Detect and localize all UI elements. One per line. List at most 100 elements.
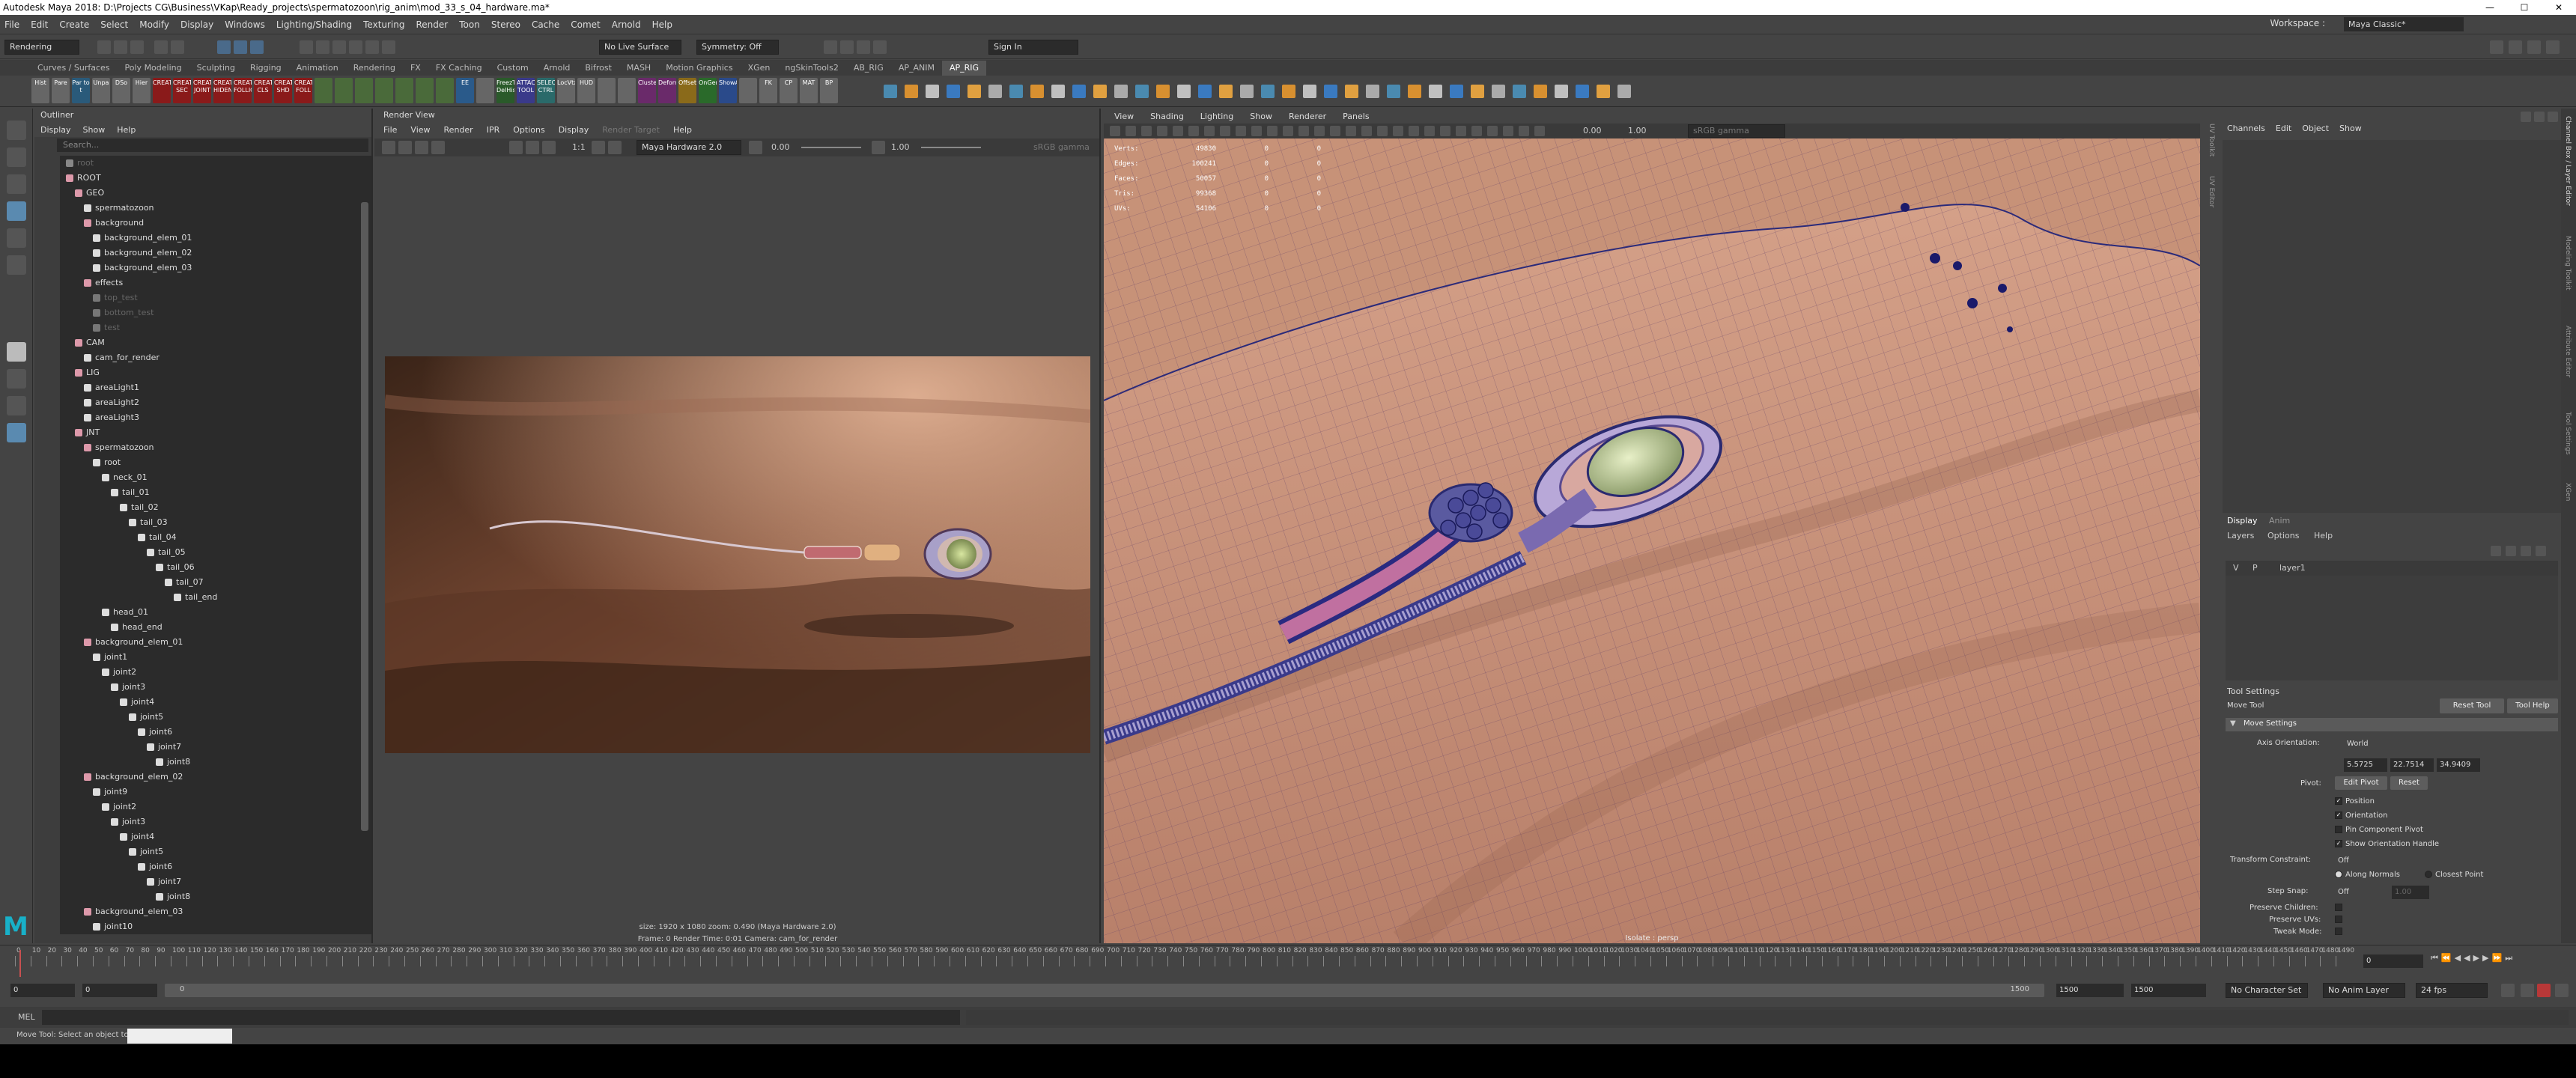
rv-menu-ipr[interactable]: IPR [487, 125, 500, 135]
shelf-button[interactable]: CREAT JOINT [193, 78, 211, 103]
shelf-button[interactable] [375, 78, 393, 103]
shelf-tab[interactable]: AB_RIG [846, 61, 891, 76]
shelf-button[interactable]: CREAT SEC [173, 78, 191, 103]
workspace-dropdown[interactable]: Maya Classic* [2344, 17, 2464, 31]
shelf-button[interactable] [416, 78, 434, 103]
rv-menu-file[interactable]: File [383, 125, 397, 135]
ipr-icon[interactable] [398, 141, 412, 154]
shelf-tool-icon[interactable] [1387, 85, 1400, 98]
save-scene-icon[interactable] [130, 40, 144, 54]
shelf-tool-icon[interactable] [1240, 85, 1254, 98]
snap-plane-icon[interactable] [349, 40, 362, 54]
rv-exposure-value[interactable]: 0.00 [771, 142, 790, 152]
outliner-item[interactable]: joint2 [60, 800, 371, 814]
tool-option-checkbox[interactable]: ✓ Position [2335, 797, 2375, 806]
outliner-item[interactable]: tail_06 [60, 560, 371, 575]
tab-attribute-editor[interactable]: Attribute Editor [2564, 326, 2572, 377]
undo-icon[interactable] [154, 40, 168, 54]
outliner-menu-display[interactable]: Display [40, 125, 71, 135]
layer-visibility[interactable]: V [2233, 563, 2239, 573]
outliner-item[interactable]: root [60, 156, 371, 171]
animation-preferences-icon[interactable] [2555, 984, 2569, 997]
viewport-toolbar-icon[interactable] [1471, 126, 1482, 136]
shelf-tool-icon[interactable] [1429, 85, 1442, 98]
shelf-tool-icon[interactable] [1093, 85, 1107, 98]
preserve-children-checkbox[interactable] [2335, 904, 2345, 912]
live-surface-dropdown[interactable]: No Live Surface [599, 40, 681, 55]
symmetry-dropdown[interactable]: Symmetry: Off [696, 40, 779, 55]
step-back-frame-icon[interactable]: ◀ [2455, 953, 2461, 963]
maximize-button[interactable]: ☐ [2507, 0, 2542, 15]
shelf-tab[interactable]: FX Caching [428, 61, 490, 76]
outliner-item[interactable]: background_elem_02 [60, 770, 371, 785]
shelf-tool-icon[interactable] [1051, 85, 1065, 98]
outliner-item[interactable]: joint6 [60, 859, 371, 874]
shelf-tool-icon[interactable] [905, 85, 918, 98]
menu-edit[interactable]: Edit [31, 19, 48, 30]
shelf-button[interactable] [618, 78, 636, 103]
viewport-toolbar-icon[interactable] [1173, 126, 1183, 136]
rv-gamma-value[interactable]: 1.00 [891, 142, 910, 152]
region-render-icon[interactable] [431, 141, 445, 154]
outliner-item[interactable]: background_elem_01 [60, 635, 371, 650]
close-button[interactable]: ✕ [2542, 0, 2576, 15]
shelf-button[interactable]: Cluster [638, 78, 656, 103]
step-snap-dropdown[interactable]: Off [2335, 886, 2387, 899]
cb-icon-1[interactable] [2521, 112, 2531, 122]
shelf-tool-icon[interactable] [1261, 85, 1275, 98]
shelf-button[interactable]: CREAT [153, 78, 171, 103]
outliner-item[interactable]: test [60, 320, 371, 335]
shelf-button[interactable] [395, 78, 413, 103]
outliner-menu-show[interactable]: Show [83, 125, 106, 135]
outliner-item[interactable]: head_01 [60, 605, 371, 620]
minimized-windows-strip[interactable] [127, 1029, 232, 1044]
vp-menu-lighting[interactable]: Lighting [1200, 112, 1233, 121]
perspective-viewport[interactable]: View Shading Lighting Show Renderer Pane… [1104, 109, 2200, 943]
shelf-tool-icon[interactable] [1135, 85, 1149, 98]
viewport-toolbar-icon[interactable] [1188, 126, 1199, 136]
uv-toolkit-tab[interactable]: UV Toolkit [2208, 124, 2215, 156]
go-to-end-icon[interactable]: ⏭ [2505, 953, 2512, 963]
axis-y-field[interactable]: 22.7514 [2390, 758, 2434, 772]
vp-gamma-value[interactable]: 1.00 [1628, 126, 1647, 135]
viewport-toolbar-icon[interactable] [1456, 126, 1466, 136]
menu-stereo[interactable]: Stereo [491, 19, 520, 30]
mel-label[interactable]: MEL [18, 1012, 35, 1022]
outliner-item[interactable]: joint3 [60, 680, 371, 695]
menu-lighting-shading[interactable]: Lighting/Shading [276, 19, 352, 30]
outliner-item[interactable]: areaLight2 [60, 395, 371, 410]
viewport-toolbar-icon[interactable] [1503, 126, 1513, 136]
outliner-item[interactable]: neck_01 [60, 470, 371, 485]
shelf-tab[interactable]: FX [403, 61, 428, 76]
shelf-button[interactable]: Hier [133, 78, 151, 103]
shelf-button[interactable] [436, 78, 454, 103]
outliner-item[interactable]: areaLight1 [60, 380, 371, 395]
shelf-tab[interactable]: MASH [619, 61, 658, 76]
outliner-item[interactable]: LIG [60, 365, 371, 380]
refresh-icon[interactable] [415, 141, 428, 154]
new-scene-icon[interactable] [97, 40, 111, 54]
viewport-toolbar-icon[interactable] [1314, 126, 1325, 136]
vp-color-space-dropdown[interactable]: sRGB gamma [1688, 124, 1785, 138]
outliner-item[interactable]: JNT [60, 425, 371, 440]
viewport-toolbar-icon[interactable] [1141, 126, 1152, 136]
outliner-item[interactable]: joint8 [60, 755, 371, 770]
viewport-toolbar-icon[interactable] [1361, 126, 1372, 136]
shelf-button[interactable]: Par to t [72, 78, 90, 103]
snap-point-icon[interactable] [332, 40, 346, 54]
play-forwards-icon[interactable]: ▶ [2473, 953, 2479, 963]
mode-dropdown[interactable]: Rendering [4, 40, 79, 55]
shelf-tab[interactable]: Sculpting [189, 61, 243, 76]
snap-grid-icon[interactable] [300, 40, 313, 54]
shelf-tab[interactable]: Poly Modeling [118, 61, 189, 76]
outliner-item[interactable]: top_test [60, 290, 371, 305]
outliner-item[interactable]: joint7 [60, 740, 371, 755]
viewport-toolbar-icon[interactable] [1204, 126, 1215, 136]
single-pane-layout-icon[interactable] [7, 342, 26, 362]
outliner-item[interactable]: areaLight3 [60, 410, 371, 425]
shelf-button[interactable]: CREAT HIDENT [213, 78, 231, 103]
uv-editor-tab[interactable]: UV Editor [2208, 176, 2215, 207]
shelf-tab[interactable]: AP_ANIM [891, 61, 942, 76]
anim-layer-dropdown[interactable]: No Anim Layer [2323, 983, 2405, 998]
step-forward-frame-icon[interactable]: ▶ [2482, 953, 2488, 963]
